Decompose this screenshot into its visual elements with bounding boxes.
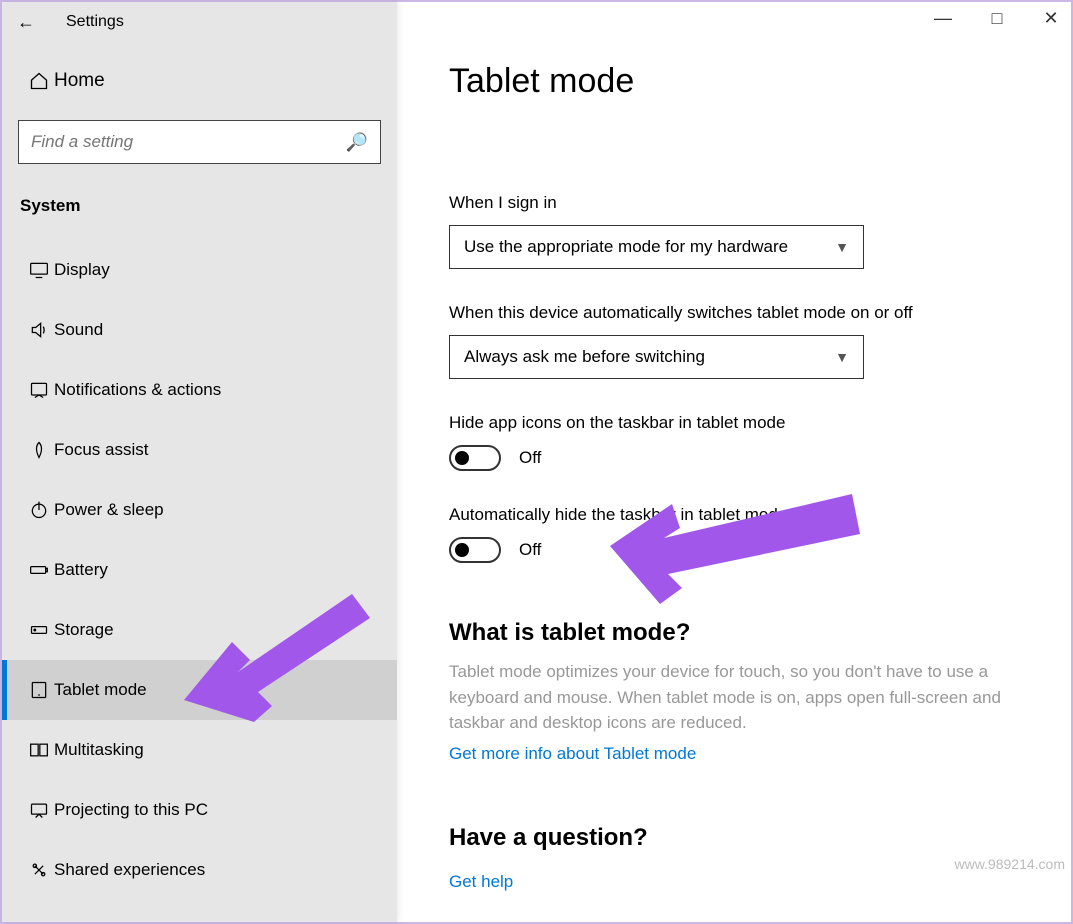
question-heading: Have a question? xyxy=(449,824,1031,852)
hide-taskbar-state: Off xyxy=(519,540,541,560)
multitasking-icon xyxy=(24,740,54,760)
home-icon xyxy=(24,71,54,91)
sidebar-item-label: Shared experiences xyxy=(54,860,205,880)
display-icon xyxy=(24,260,54,280)
what-description: Tablet mode optimizes your device for to… xyxy=(449,659,1031,736)
sidebar-item-multitasking[interactable]: Multitasking xyxy=(2,720,397,780)
sidebar-item-tablet-mode[interactable]: Tablet mode xyxy=(2,660,397,720)
storage-icon xyxy=(24,620,54,640)
close-button[interactable]: ✕ xyxy=(1041,8,1061,29)
sidebar-item-storage[interactable]: Storage xyxy=(2,600,397,660)
sidebar-item-sound[interactable]: Sound xyxy=(2,300,397,360)
power-icon xyxy=(24,500,54,520)
sidebar-item-shared-experiences[interactable]: Shared experiences xyxy=(2,840,397,900)
what-link[interactable]: Get more info about Tablet mode xyxy=(449,744,696,764)
window-title: Settings xyxy=(66,13,124,31)
sidebar-item-label: Multitasking xyxy=(54,740,144,760)
sidebar-item-display[interactable]: Display xyxy=(2,240,397,300)
home-label: Home xyxy=(54,70,105,92)
sidebar-item-label: Focus assist xyxy=(54,440,148,460)
sidebar-item-label: Sound xyxy=(54,320,103,340)
search-box[interactable]: 🔍 xyxy=(18,120,381,164)
switch-value: Always ask me before switching xyxy=(464,347,705,367)
shared-icon xyxy=(24,860,54,880)
category-label: System xyxy=(2,186,397,240)
sound-icon xyxy=(24,320,54,340)
hide-icons-state: Off xyxy=(519,448,541,468)
tablet-icon xyxy=(24,680,54,700)
search-input[interactable] xyxy=(31,132,346,152)
sidebar-item-label: Power & sleep xyxy=(54,500,164,520)
back-icon[interactable]: ← xyxy=(16,12,36,33)
get-help-link[interactable]: Get help xyxy=(449,872,513,892)
sidebar-item-battery[interactable]: Battery xyxy=(2,540,397,600)
hide-icons-label: Hide app icons on the taskbar in tablet … xyxy=(449,413,1031,433)
sidebar-item-focus-assist[interactable]: Focus assist xyxy=(2,420,397,480)
watermark: www.989214.com xyxy=(954,856,1065,872)
sidebar-item-label: Display xyxy=(54,260,110,280)
sidebar-item-notifications[interactable]: Notifications & actions xyxy=(2,360,397,420)
battery-icon xyxy=(24,560,54,580)
projecting-icon xyxy=(24,800,54,820)
switch-label: When this device automatically switches … xyxy=(449,303,1031,323)
sidebar-item-projecting[interactable]: Projecting to this PC xyxy=(2,780,397,840)
sidebar-nav: Display Sound Notifications & actions Fo… xyxy=(2,240,397,900)
sidebar-item-power-sleep[interactable]: Power & sleep xyxy=(2,480,397,540)
sign-in-value: Use the appropriate mode for my hardware xyxy=(464,237,788,257)
chevron-down-icon: ▼ xyxy=(835,349,849,365)
sidebar-item-label: Tablet mode xyxy=(54,680,147,700)
chevron-down-icon: ▼ xyxy=(835,239,849,255)
sidebar-item-label: Projecting to this PC xyxy=(54,800,208,820)
home-link[interactable]: Home xyxy=(2,42,397,120)
sidebar-item-label: Notifications & actions xyxy=(54,380,221,400)
hide-icons-toggle[interactable] xyxy=(449,445,501,471)
minimize-button[interactable]: — xyxy=(933,8,953,29)
main-content: — □ ✕ Tablet mode When I sign in Use the… xyxy=(397,2,1071,922)
notifications-icon xyxy=(24,380,54,400)
sidebar: ← Settings Home 🔍 System Display Sound xyxy=(2,2,397,922)
hide-taskbar-label: Automatically hide the taskbar in tablet… xyxy=(449,505,1031,525)
page-title: Tablet mode xyxy=(449,62,1031,101)
hide-taskbar-toggle[interactable] xyxy=(449,537,501,563)
sign-in-label: When I sign in xyxy=(449,193,1031,213)
sidebar-item-label: Battery xyxy=(54,560,108,580)
maximize-button[interactable]: □ xyxy=(987,8,1007,29)
sign-in-dropdown[interactable]: Use the appropriate mode for my hardware… xyxy=(449,225,864,269)
focus-assist-icon xyxy=(24,440,54,460)
sidebar-item-label: Storage xyxy=(54,620,114,640)
switch-dropdown[interactable]: Always ask me before switching ▼ xyxy=(449,335,864,379)
search-icon: 🔍 xyxy=(346,132,368,153)
what-heading: What is tablet mode? xyxy=(449,619,1031,647)
